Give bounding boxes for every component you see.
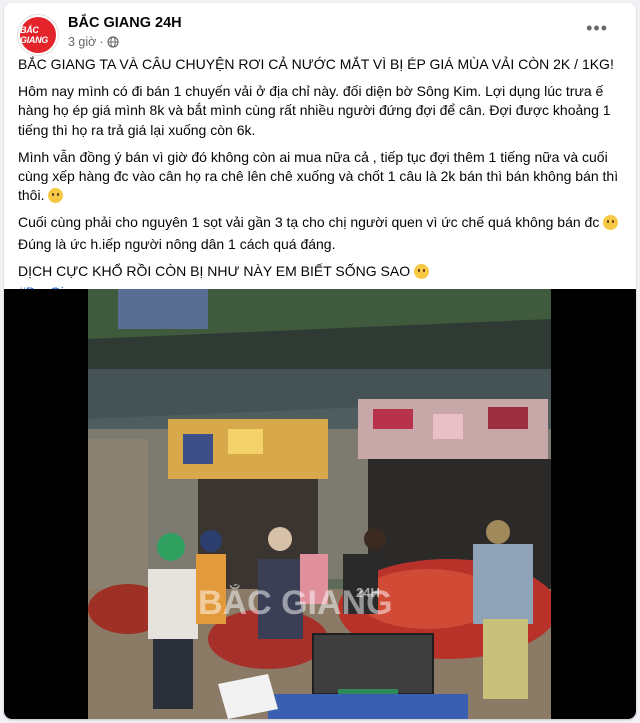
page-avatar[interactable]: BẮC GIANG [18,15,58,55]
post-paragraph: DỊCH CỰC KHỔ RỒI CÒN BỊ NHƯ NÀY EM BIẾT … [18,262,622,281]
post-paragraph: Đúng là ức h.iếp người nông dân 1 cách q… [18,235,336,252]
sad-face-icon [414,263,430,279]
post-headline: BẮC GIANG TA VÀ CÂU CHUYỆN RƠI CẢ NƯỚC M… [18,56,614,72]
post-paragraph: Mình vẫn đồng ý bán vì giờ đó không còn … [18,148,622,206]
post-paragraph: Hôm nay mình có đi bán 1 chuyến vải ở đị… [18,83,611,138]
post-photo-frame[interactable]: BẮC GIANG 24H [4,289,636,719]
post-card: BẮC GIANG BẮC GIANG 24H 3 giờ · ••• BẮC … [4,3,636,719]
post-paragraph: Cuối cùng phải cho nguyên 1 sọt vải gần … [18,213,622,232]
post-body: BẮC GIANG TA VÀ CÂU CHUYỆN RƠI CẢ NƯỚC M… [18,55,622,310]
sad-face-icon [48,188,64,204]
paragraph-text: Cuối cùng phải cho nguyên 1 sọt vải gần … [18,214,600,231]
more-options-icon[interactable]: ••• [586,19,608,37]
post-header: BẮC GIANG BẮC GIANG 24H 3 giờ · ••• [18,11,624,55]
paragraph-text: Mình vẫn đồng ý bán vì giờ đó không còn … [18,148,619,204]
post-photo[interactable]: BẮC GIANG 24H [88,289,551,719]
page-name[interactable]: BẮC GIANG 24H [68,15,182,31]
sad-face-icon [603,215,619,231]
globe-icon [106,36,119,48]
photo-watermark-suffix: 24H [356,585,380,600]
meta-separator: · [99,35,104,49]
post-meta: 3 giờ · [68,35,119,49]
paragraph-text: DỊCH CỰC KHỔ RỒI CÒN BỊ NHƯ NÀY EM BIẾT … [18,262,411,279]
avatar-logo-text: BẮC GIANG [20,25,49,45]
post-time[interactable]: 3 giờ [68,35,96,49]
